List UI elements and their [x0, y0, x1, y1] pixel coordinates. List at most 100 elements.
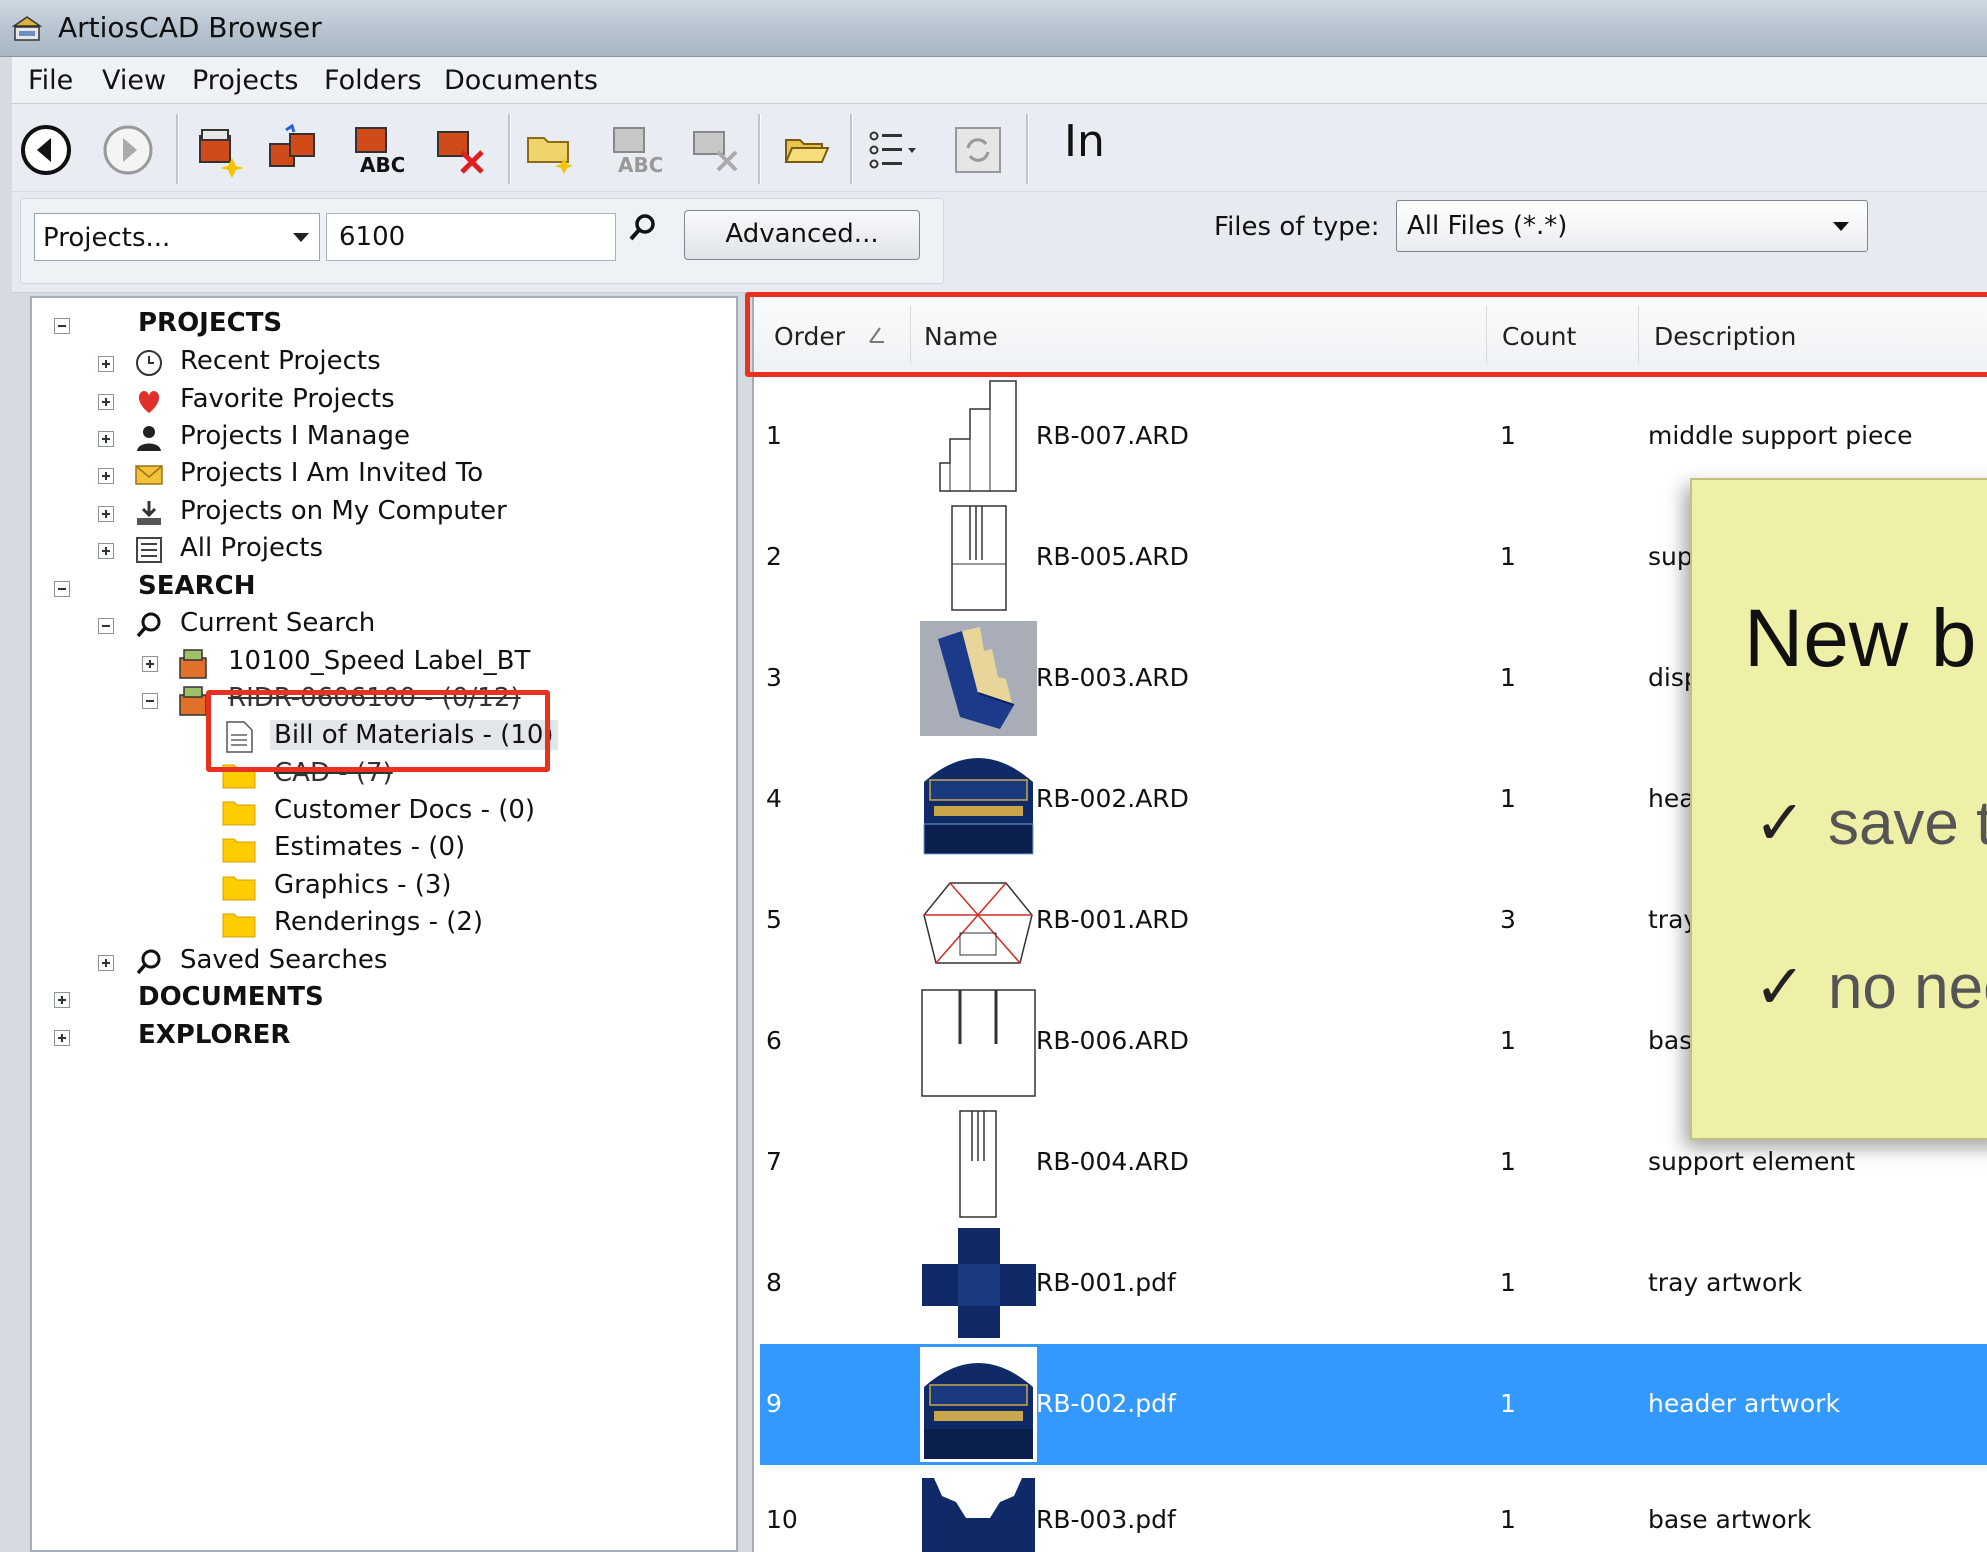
files-of-type-dropdown[interactable]: All Files (*.*): [1396, 200, 1868, 252]
expand-icon[interactable]: [54, 1030, 70, 1046]
cell-order: 7: [766, 1147, 782, 1176]
search-icon[interactable]: [626, 211, 660, 245]
expand-icon[interactable]: [54, 992, 70, 1008]
tree-label: EXPLORER: [138, 1020, 291, 1050]
cell-order: 3: [766, 663, 782, 692]
cell-description: support element: [1648, 1147, 1856, 1176]
collapse-icon[interactable]: [98, 618, 114, 634]
tree-node-search-result[interactable]: 10100_Speed Label_BT: [32, 644, 732, 680]
menu-folders[interactable]: Folders: [324, 65, 422, 96]
artwork-thumbnail: [920, 1347, 1037, 1462]
artwork-thumbnail: [922, 1478, 1035, 1552]
menu-bar: File View Projects Folders Documents: [12, 57, 1987, 104]
cell-name: RB-004.ARD: [1036, 1147, 1189, 1176]
cell-description: base artwork: [1648, 1505, 1812, 1534]
expand-icon[interactable]: [98, 356, 114, 372]
collapse-icon[interactable]: [54, 581, 70, 597]
tree-node-current-search[interactable]: Current Search: [32, 606, 732, 642]
cell-name: RB-001.pdf: [1036, 1268, 1176, 1297]
download-icon: [137, 501, 161, 525]
expand-icon[interactable]: [98, 431, 114, 447]
search-scope-dropdown[interactable]: Projects...: [34, 213, 320, 261]
tree-node-all-projects[interactable]: All Projects: [32, 531, 732, 567]
cell-name: RB-005.ARD: [1036, 542, 1189, 571]
tree-node-customer-docs[interactable]: Customer Docs - (0): [32, 793, 732, 829]
cell-count: 3: [1500, 905, 1516, 934]
tree-node-search[interactable]: SEARCH: [32, 569, 732, 605]
collapse-icon[interactable]: [142, 693, 158, 709]
cell-name: RB-002.ARD: [1036, 784, 1189, 813]
open-folder-icon[interactable]: [778, 122, 834, 178]
search-input[interactable]: [326, 213, 616, 261]
files-of-type-label: Files of type:: [1214, 212, 1380, 242]
tree-node-projects-on-computer[interactable]: Projects on My Computer: [32, 494, 732, 530]
tree-label: Favorite Projects: [180, 384, 395, 414]
expand-icon[interactable]: [98, 506, 114, 522]
search-bar: Projects... Advanced... Files of type: A…: [12, 192, 1987, 293]
new-folder-icon[interactable]: [522, 122, 578, 178]
delete-project-icon[interactable]: [432, 122, 488, 178]
table-row[interactable]: 8 RB-001.pdf 1 tray artwork: [760, 1223, 1987, 1344]
tree-node-saved-searches[interactable]: Saved Searches: [32, 943, 732, 979]
checkmark-icon: ✓: [1754, 789, 1806, 858]
cell-order: 2: [766, 542, 782, 571]
tree-label: PROJECTS: [138, 308, 283, 338]
collapse-icon[interactable]: [54, 318, 70, 334]
toolbar-separator: [758, 114, 761, 184]
expand-icon[interactable]: [98, 394, 114, 410]
toolbar-in-label[interactable]: In: [1064, 116, 1105, 167]
svg-text:ABC: ABC: [360, 153, 404, 177]
tree-node-projects[interactable]: PROJECTS: [32, 306, 732, 342]
envelope-icon: [135, 465, 163, 485]
tree-node-estimates[interactable]: Estimates - (0): [32, 830, 732, 866]
expand-icon[interactable]: [98, 468, 114, 484]
chevron-down-icon: [293, 233, 309, 242]
cell-name: RB-003.pdf: [1036, 1505, 1176, 1534]
callout-item: ✓ no nee: [1754, 950, 1987, 1023]
files-of-type-value: All Files (*.*): [1407, 211, 1568, 241]
toolbar-separator: [850, 114, 853, 184]
menu-projects[interactable]: Projects: [192, 65, 298, 96]
tree-node-recent-projects[interactable]: Recent Projects: [32, 344, 732, 380]
menu-view[interactable]: View: [102, 65, 166, 96]
heart-icon: [138, 391, 160, 413]
folder-tree: PROJECTS Recent Projects Favorite Projec…: [30, 296, 738, 1552]
cell-count: 1: [1500, 1026, 1516, 1055]
cell-order: 4: [766, 784, 782, 813]
tree-node-explorer[interactable]: EXPLORER: [32, 1018, 732, 1054]
cell-count: 1: [1500, 663, 1516, 692]
rename-project-icon[interactable]: ABC: [348, 122, 404, 178]
menu-documents[interactable]: Documents: [444, 65, 598, 96]
expand-icon[interactable]: [142, 656, 158, 672]
tree-node-graphics[interactable]: Graphics - (3): [32, 868, 732, 904]
delete-folder-icon: [693, 131, 738, 172]
table-row-selected[interactable]: 9 RB-002.pdf 1 header artwork: [760, 1344, 1987, 1465]
tree-node-favorite-projects[interactable]: Favorite Projects: [32, 382, 732, 418]
cell-count: 1: [1500, 1389, 1516, 1418]
new-project-icon[interactable]: [192, 122, 248, 178]
tree-node-documents[interactable]: DOCUMENTS: [32, 980, 732, 1016]
back-icon[interactable]: [18, 122, 74, 178]
expand-icon[interactable]: [98, 955, 114, 971]
forward-icon[interactable]: [100, 122, 156, 178]
folder-icon: [222, 913, 256, 938]
tree-label: Customer Docs - (0): [274, 795, 536, 825]
table-row[interactable]: 10 RB-003.pdf 1 base artwork: [760, 1465, 1987, 1552]
list-icon: [136, 537, 162, 563]
tree-label: Graphics - (3): [274, 870, 452, 900]
copy-project-icon[interactable]: [266, 122, 322, 178]
tree-node-renderings[interactable]: Renderings - (2): [32, 905, 732, 941]
toolbar-separator: [176, 114, 179, 184]
tree-label: Renderings - (2): [274, 907, 484, 937]
advanced-search-button[interactable]: Advanced...: [684, 210, 920, 260]
expand-icon[interactable]: [98, 543, 114, 559]
search-scope-value: Projects...: [43, 223, 171, 253]
tree-node-projects-i-manage[interactable]: Projects I Manage: [32, 419, 732, 455]
tree-label: SEARCH: [138, 571, 256, 601]
cell-name: RB-001.ARD: [1036, 905, 1189, 934]
search-icon: [136, 949, 161, 975]
tree-node-projects-invited[interactable]: Projects I Am Invited To: [32, 456, 732, 492]
user-icon: [137, 426, 161, 451]
view-options-icon[interactable]: [864, 122, 920, 178]
menu-file[interactable]: File: [28, 65, 73, 96]
